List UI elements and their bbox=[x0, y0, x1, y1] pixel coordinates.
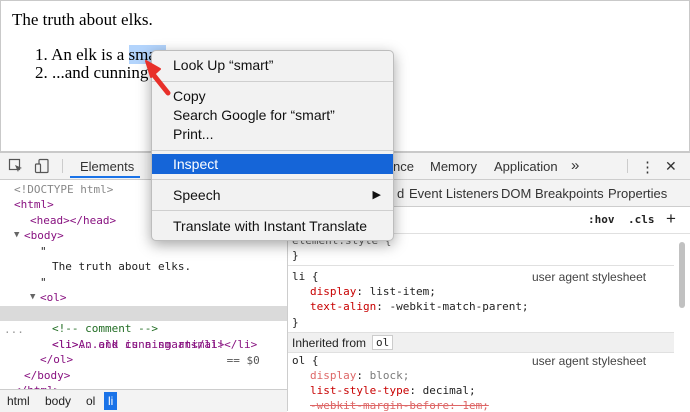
css-property: display bbox=[310, 285, 357, 298]
tab-application[interactable]: Application bbox=[494, 159, 558, 174]
list-number: 2. bbox=[35, 63, 48, 82]
inherited-label: Inherited from bbox=[292, 336, 367, 350]
breadcrumb: html body ol li bbox=[0, 389, 287, 412]
red-arrow-icon bbox=[145, 60, 171, 96]
inspect-element-icon[interactable] bbox=[8, 158, 24, 174]
css-selector-li[interactable]: li { bbox=[292, 270, 319, 284]
menu-separator bbox=[152, 179, 393, 180]
ua-stylesheet-label: user agent stylesheet bbox=[532, 354, 647, 368]
device-toggle-icon[interactable] bbox=[34, 158, 50, 174]
tab-event-listeners[interactable]: Event Listeners bbox=[409, 186, 499, 201]
expand-triangle-icon[interactable]: ▼ bbox=[14, 228, 19, 244]
dom-node-ol[interactable]: <ol> bbox=[40, 290, 67, 306]
list-item-text: An elk is a bbox=[51, 45, 129, 64]
menu-item-print[interactable]: Print... bbox=[152, 124, 393, 144]
devtools-menu-button[interactable]: ⋮ bbox=[640, 158, 655, 176]
dom-node-head[interactable]: <head></head> bbox=[30, 213, 116, 229]
menu-separator bbox=[152, 150, 393, 151]
rule-close-brace: } bbox=[292, 316, 299, 329]
inherited-header: Inherited from ol bbox=[288, 332, 674, 353]
menu-item-label: Look Up “smart” bbox=[173, 57, 274, 73]
tab-dom-breakpoints[interactable]: DOM Breakpoints bbox=[501, 186, 604, 201]
css-declaration[interactable]: display: list-item; bbox=[310, 285, 436, 299]
css-value: list-item; bbox=[369, 285, 436, 298]
class-toggle[interactable]: .cls bbox=[628, 213, 655, 226]
breadcrumb-body[interactable]: body bbox=[45, 394, 71, 408]
dom-text-quote: " bbox=[40, 245, 47, 258]
add-rule-button[interactable]: + bbox=[666, 209, 676, 229]
dom-text-quote: " bbox=[40, 276, 47, 289]
ua-stylesheet-label: user agent stylesheet bbox=[532, 270, 647, 284]
submenu-arrow-icon: ▶ bbox=[372, 189, 381, 201]
list-number: 1. bbox=[35, 45, 48, 64]
css-value: 1em; bbox=[462, 399, 489, 411]
css-property: -webkit-margin-before bbox=[310, 399, 450, 411]
menu-separator bbox=[152, 81, 393, 82]
css-property: display bbox=[310, 369, 357, 382]
menu-item-label: Search Google for “smart” bbox=[173, 107, 335, 123]
menu-separator bbox=[152, 210, 393, 211]
menu-item-label: Translate with Instant Translate bbox=[173, 218, 368, 234]
dom-node-body[interactable]: <body> bbox=[24, 228, 64, 244]
close-icon[interactable]: ✕ bbox=[665, 158, 677, 175]
css-declaration-overridden[interactable]: display: block; bbox=[310, 369, 409, 383]
menu-item-translate[interactable]: Translate with Instant Translate bbox=[152, 216, 393, 236]
css-selector-ol[interactable]: ol { bbox=[292, 354, 319, 368]
menu-item-label: Copy bbox=[173, 88, 206, 104]
toolbar-divider bbox=[627, 159, 628, 173]
dom-node-comment[interactable]: <!-- comment --> bbox=[52, 321, 158, 337]
hover-state-toggle[interactable]: :hov bbox=[588, 213, 615, 226]
menu-item-inspect[interactable]: Inspect bbox=[152, 154, 393, 174]
more-tabs-button[interactable]: » bbox=[571, 157, 579, 174]
row-ellipsis[interactable]: ... bbox=[4, 322, 24, 338]
context-menu: Look Up “smart” Copy Search Google for “… bbox=[151, 50, 394, 241]
menu-item-label: Inspect bbox=[173, 156, 219, 172]
tab-computed[interactable]: d bbox=[397, 186, 404, 201]
rule-divider bbox=[288, 265, 674, 266]
page-heading: The truth about elks. bbox=[12, 10, 153, 29]
rule-close-brace: } bbox=[292, 249, 299, 262]
active-tab-indicator bbox=[70, 176, 140, 178]
inherited-from-tag[interactable]: ol bbox=[372, 335, 394, 350]
menu-item-look-up[interactable]: Look Up “smart” bbox=[152, 55, 393, 75]
css-property: list-style-type bbox=[310, 384, 410, 397]
css-declaration[interactable]: text-align: -webkit-match-parent; bbox=[310, 300, 529, 314]
menu-item-label: Speech bbox=[173, 187, 221, 203]
dom-node-html[interactable]: <html> bbox=[14, 197, 54, 213]
styles-scrollbar[interactable] bbox=[677, 236, 688, 411]
css-declaration-overridden[interactable]: -webkit-margin-before: 1em; bbox=[310, 399, 489, 411]
scrollbar-thumb[interactable] bbox=[679, 242, 685, 308]
tab-performance[interactable]: nce bbox=[393, 159, 414, 174]
toolbar-divider bbox=[62, 159, 63, 173]
menu-item-speech[interactable]: Speech ▶ bbox=[152, 185, 393, 205]
dom-node-body-close[interactable]: </body> bbox=[24, 368, 70, 384]
dom-node-li[interactable]: <li>...and cunning animal!</li> bbox=[52, 337, 257, 353]
tab-properties[interactable]: Properties bbox=[608, 186, 667, 201]
breadcrumb-ol[interactable]: ol bbox=[86, 394, 95, 408]
css-value: decimal; bbox=[422, 384, 476, 397]
breadcrumb-li[interactable]: li bbox=[104, 392, 118, 410]
dom-selected-marker: == $0 bbox=[220, 353, 260, 367]
css-property: text-align bbox=[310, 300, 377, 313]
dom-node-ol-close[interactable]: </ol> bbox=[40, 352, 73, 368]
menu-item-label: Print... bbox=[173, 126, 214, 142]
menu-item-copy[interactable]: Copy bbox=[152, 86, 393, 106]
css-value: block; bbox=[369, 369, 410, 382]
dom-node-doctype[interactable]: <!DOCTYPE html> bbox=[14, 182, 113, 198]
dom-selected-row[interactable]: ... <li>An elk is a smart</li> == $0 bbox=[0, 306, 287, 367]
breadcrumb-html[interactable]: html bbox=[7, 394, 30, 408]
dom-text-node[interactable]: The truth about elks. bbox=[52, 259, 191, 275]
tab-memory[interactable]: Memory bbox=[430, 159, 477, 174]
css-value: -webkit-match-parent; bbox=[389, 300, 529, 313]
tab-elements[interactable]: Elements bbox=[80, 159, 134, 174]
expand-triangle-icon[interactable]: ▼ bbox=[30, 290, 35, 306]
css-declaration[interactable]: list-style-type: decimal; bbox=[310, 384, 476, 398]
menu-item-search-google[interactable]: Search Google for “smart” bbox=[152, 105, 393, 125]
